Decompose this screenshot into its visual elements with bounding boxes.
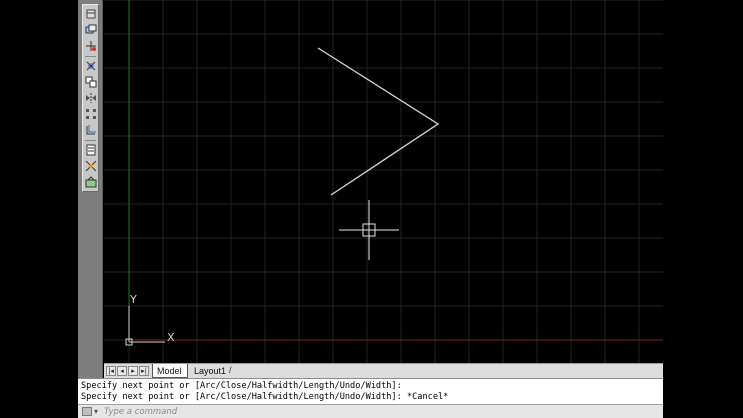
ucs-x-label: X <box>167 331 175 344</box>
modify-toolbar <box>82 4 99 192</box>
ucs-y-label: Y <box>129 293 137 306</box>
command-input-row: ▾ <box>78 404 663 418</box>
last-tab-button[interactable]: ▸| <box>139 366 149 376</box>
mirror-tool-icon[interactable] <box>84 91 98 105</box>
first-tab-button[interactable]: |◂ <box>106 366 116 376</box>
polyline[interactable] <box>317 47 440 196</box>
layer-tool-icon[interactable] <box>84 23 98 37</box>
grid <box>104 0 663 363</box>
autocad-window: YX |◂ ◂ ▸ ▸| Model Layout1 / Specify nex… <box>0 0 743 418</box>
command-line-icon[interactable] <box>82 407 92 416</box>
next-tab-button[interactable]: ▸ <box>128 366 138 376</box>
layout-tabs-bar: |◂ ◂ ▸ ▸| Model Layout1 / <box>104 363 663 378</box>
drawing-viewport[interactable]: YX <box>104 0 663 363</box>
tab-model[interactable]: Model <box>152 364 188 378</box>
command-input[interactable] <box>104 406 644 417</box>
trim-tool-icon[interactable] <box>84 59 98 73</box>
command-history-line: Specify next point or [Arc/Close/Halfwid… <box>81 381 402 391</box>
prev-tab-button[interactable]: ◂ <box>117 366 127 376</box>
drawing-canvas[interactable]: YX <box>104 0 663 363</box>
command-history: Specify next point or [Arc/Close/Halfwid… <box>78 378 663 404</box>
rectangle-tool-icon[interactable] <box>84 7 98 21</box>
array-tool-icon[interactable] <box>84 107 98 121</box>
copy-tool-icon[interactable] <box>84 75 98 89</box>
toolbar-separator <box>85 56 96 57</box>
offset-tool-icon[interactable] <box>84 123 98 137</box>
tab-trailing-slash: / <box>229 365 232 375</box>
block-tool-icon[interactable] <box>84 175 98 189</box>
toolbar-separator <box>85 140 96 141</box>
properties-tool-icon[interactable] <box>84 143 98 157</box>
command-history-line: Specify next point or [Arc/Close/Halfwid… <box>81 392 449 402</box>
command-dropdown-icon[interactable]: ▾ <box>94 405 98 418</box>
tab-layout1[interactable]: Layout1 <box>190 364 230 378</box>
explode-tool-icon[interactable] <box>84 159 98 173</box>
move-tool-icon[interactable] <box>84 39 98 53</box>
